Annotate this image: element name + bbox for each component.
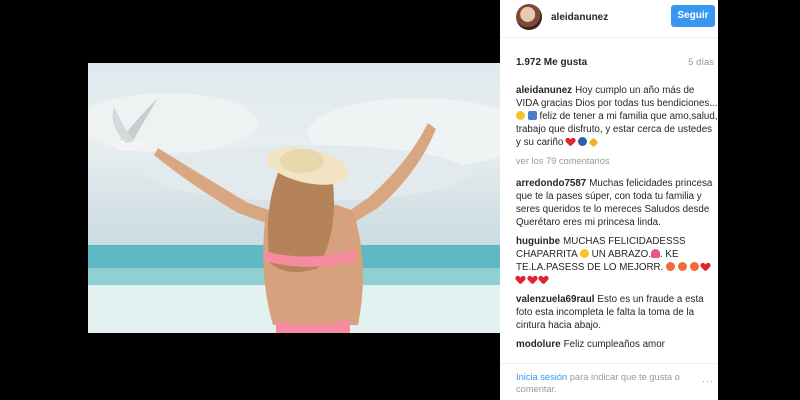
comment-item: huguinbe MUCHAS FELICIDADESSS CHAPARRITA … xyxy=(516,235,718,287)
post-viewer: aleidanunez Seguir 1.972 Me gusta 5 días… xyxy=(0,0,800,400)
globe-emoji-icon xyxy=(577,137,587,146)
follow-button[interactable]: Seguir xyxy=(671,5,715,27)
caption-username[interactable]: aleidanunez xyxy=(516,85,572,96)
login-prompt: Inicia sesión para indicar que te gusta … xyxy=(516,371,696,395)
smiley-emoji-icon xyxy=(516,111,525,120)
likes-count[interactable]: 1.972 Me gusta xyxy=(516,57,587,68)
heart-eyes-emoji-icon xyxy=(666,262,676,271)
caption-text-cont: feliz de tener a mi familia que amo,salu… xyxy=(516,111,718,148)
likes-row: 1.972 Me gusta 5 días xyxy=(516,57,716,68)
comment-username[interactable]: arredondo7587 xyxy=(516,178,586,189)
post-header: aleidanunez Seguir xyxy=(500,0,718,38)
heart-eyes-emoji-icon xyxy=(677,262,687,271)
heart-emoji-icon xyxy=(528,276,537,284)
comment-item: arredondo7587 Muchas felicidades princesa… xyxy=(516,177,718,229)
heart-emoji-icon xyxy=(701,263,710,271)
comment-text: Feliz cumpleaños amor xyxy=(563,339,665,350)
heart-emoji-icon xyxy=(539,276,548,284)
post-photo[interactable] xyxy=(88,63,500,333)
post-footer: Inicia sesión para indicar que te gusta … xyxy=(500,363,718,400)
login-link[interactable]: Inicia sesión xyxy=(516,372,567,382)
comments-list: aleidanunez Hoy cumplo un año más de VIDA… xyxy=(516,84,718,357)
sun-hat-crown xyxy=(280,149,324,173)
sparkle-emoji-icon xyxy=(588,137,599,148)
comment-username[interactable]: valenzuela69raul xyxy=(516,294,594,305)
post-age[interactable]: 5 días xyxy=(688,57,714,68)
caption: aleidanunez Hoy cumplo un año más de VIDA… xyxy=(516,84,718,149)
comment-text-cont: UN ABRAZO. xyxy=(591,249,651,260)
person-praying-emoji-icon xyxy=(527,111,537,120)
comment-item: valenzuela69raul Esto es un fraude a esta… xyxy=(516,293,718,332)
beach-photo-illustration xyxy=(88,93,500,333)
smiley-emoji-icon xyxy=(579,249,589,258)
comment-username[interactable]: modolure xyxy=(516,339,561,350)
heart-emoji-icon xyxy=(516,276,525,284)
view-more-comments-link[interactable]: ver los 79 comentarios xyxy=(516,155,718,168)
tulip-emoji-icon xyxy=(650,249,660,258)
comment-item: modolure Feliz cumpleaños amor xyxy=(516,338,718,351)
more-options-icon[interactable]: ··· xyxy=(702,376,714,386)
heart-eyes-emoji-icon xyxy=(689,262,699,271)
author-username[interactable]: aleidanunez xyxy=(551,12,608,23)
comment-username[interactable]: huguinbe xyxy=(516,236,560,247)
avatar[interactable] xyxy=(516,4,542,30)
post-sidebar: aleidanunez Seguir 1.972 Me gusta 5 días… xyxy=(500,0,718,400)
heart-emoji-icon xyxy=(566,138,575,146)
